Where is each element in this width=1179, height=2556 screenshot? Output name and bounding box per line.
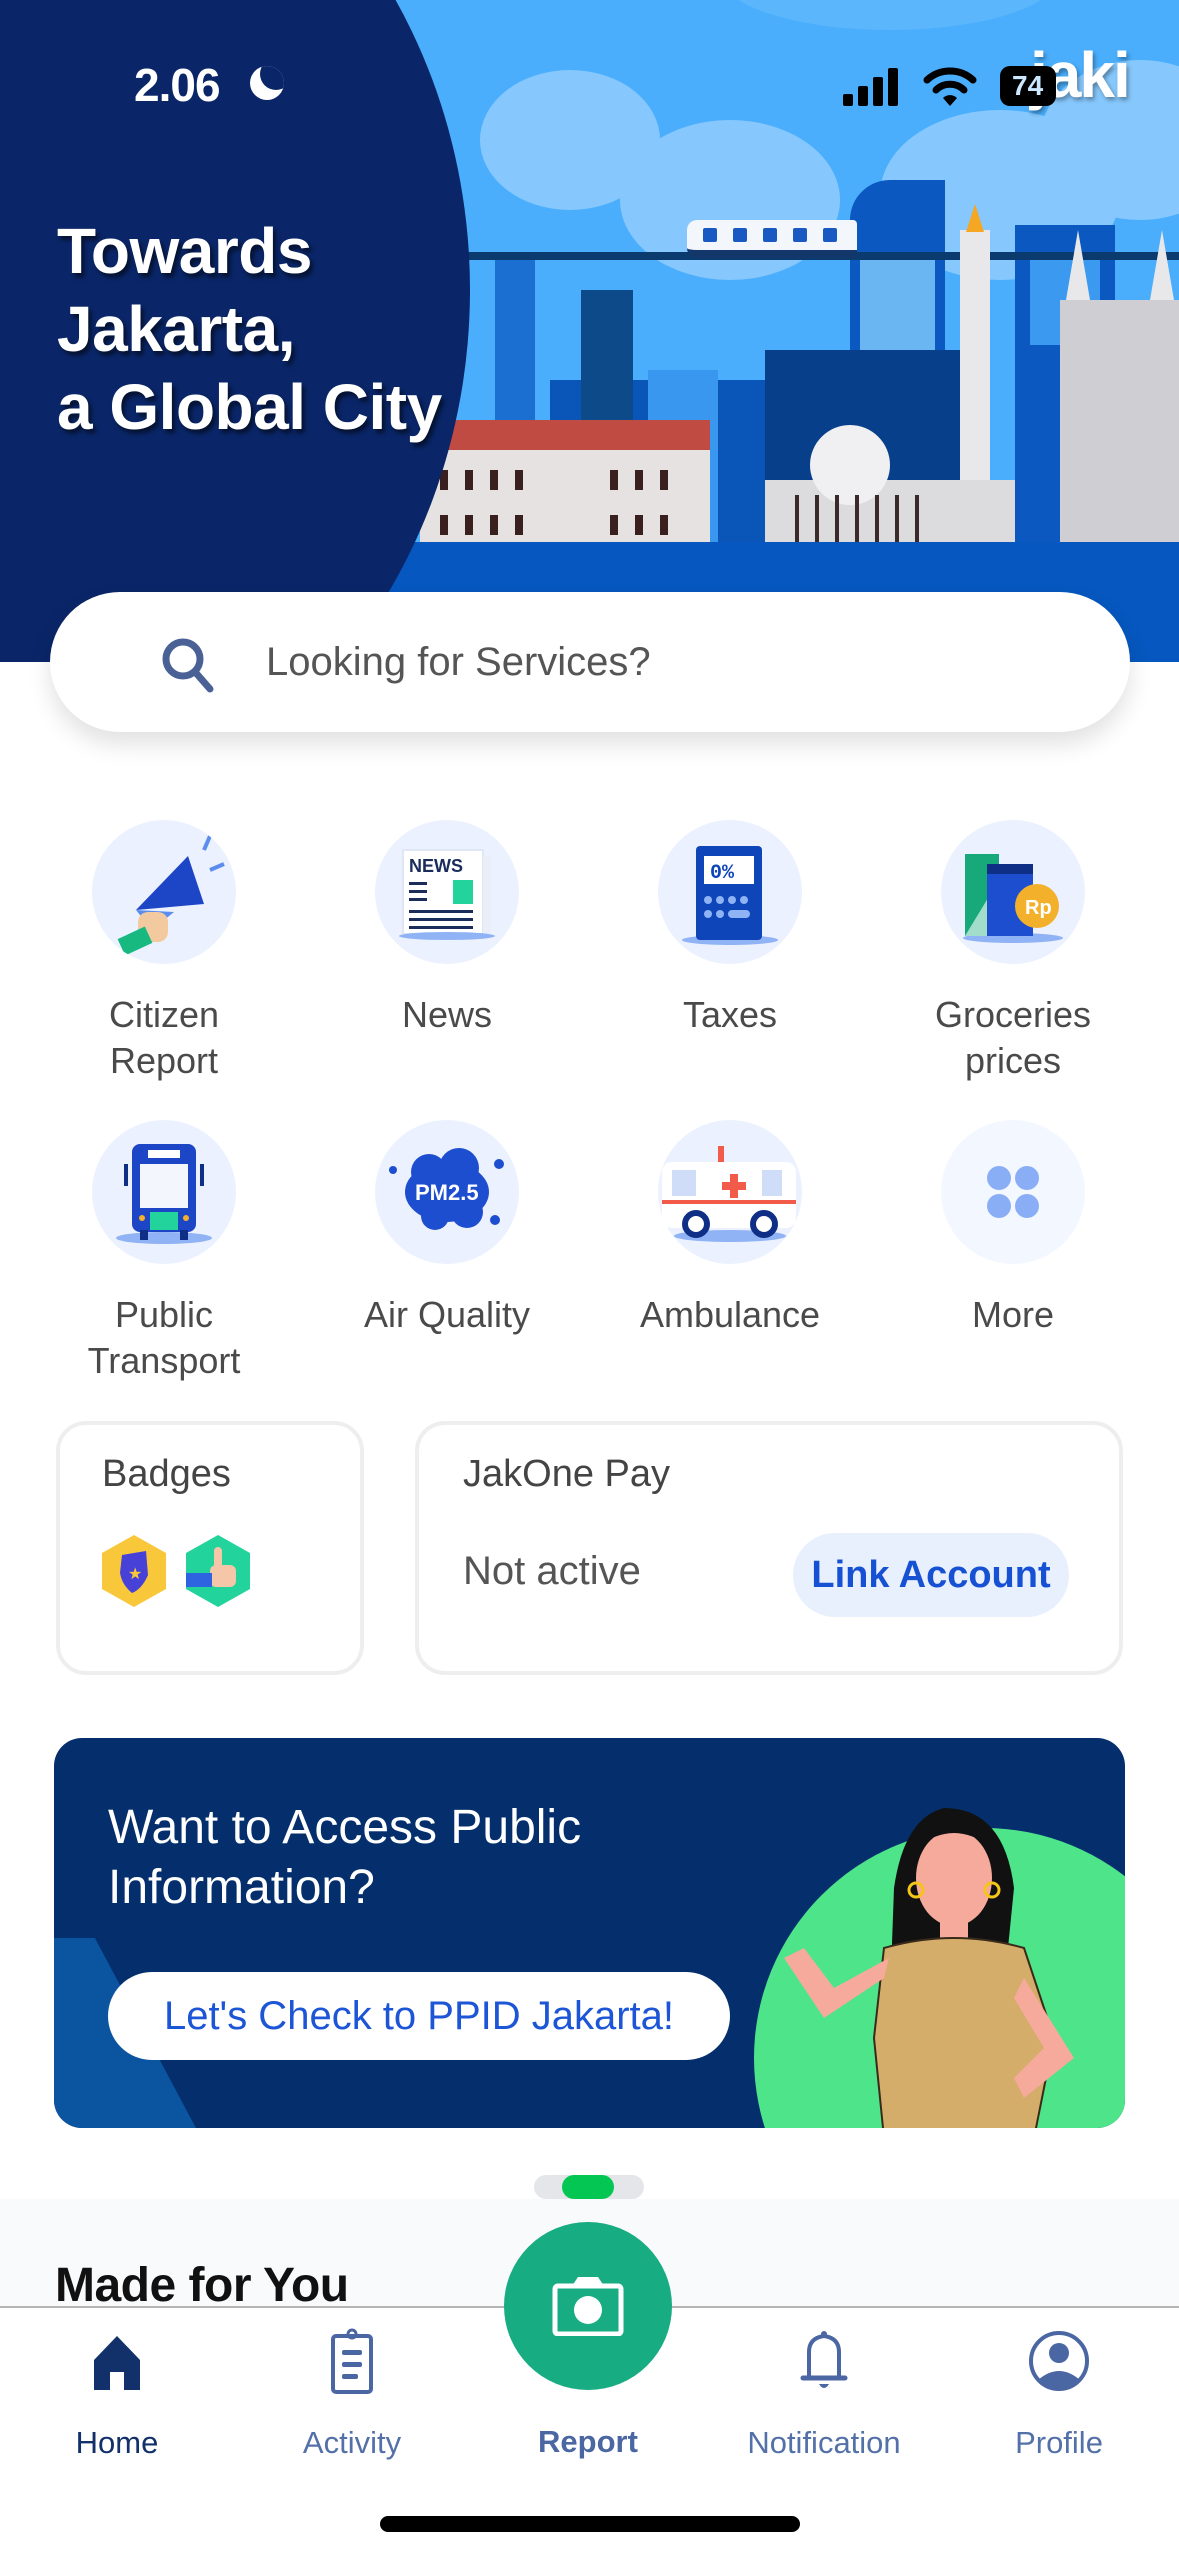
cathedral-building xyxy=(1060,230,1179,570)
jakone-pay-title: JakOne Pay xyxy=(463,1453,670,1495)
banner-title: Want to Access Public Information? xyxy=(108,1798,581,1918)
megaphone-icon xyxy=(92,820,236,964)
calculator-icon: 0% xyxy=(658,820,802,964)
search-icon xyxy=(162,638,214,693)
newspaper-icon: NEWS xyxy=(375,820,519,964)
pm25-icon-text: PM2.5 xyxy=(415,1180,479,1205)
hero-banner: Towards Jakarta, a Global City 2.06 jaki… xyxy=(0,0,1179,662)
bus-icon xyxy=(92,1120,236,1264)
nav-label: Home xyxy=(75,2425,159,2460)
hero-title: Towards Jakarta, a Global City xyxy=(57,212,442,446)
link-account-button[interactable]: Link Account xyxy=(793,1533,1069,1617)
service-air-quality[interactable]: PM2.5 Air Quality xyxy=(306,1120,588,1338)
thumbs-up-badge-icon xyxy=(186,1535,250,1607)
service-label: Citizen Report xyxy=(108,994,220,1081)
taxes-icon-text: 0% xyxy=(710,862,735,885)
woman-illustration xyxy=(784,1808,1074,2128)
news-icon-text: NEWS xyxy=(409,856,463,876)
service-public-transport[interactable]: Public Transport xyxy=(23,1120,305,1384)
ppid-banner[interactable]: Want to Access Public Information? Let's… xyxy=(54,1738,1125,2128)
service-label: Groceries prices xyxy=(934,994,1092,1081)
wifi-icon xyxy=(923,67,977,106)
home-indicator[interactable] xyxy=(380,2516,800,2532)
nav-label: Activity xyxy=(302,2425,402,2460)
service-citizen-report[interactable]: Citizen Report xyxy=(23,820,305,1084)
battery-indicator: 74 xyxy=(1000,66,1056,106)
ambulance-icon xyxy=(658,1120,802,1264)
nav-home[interactable]: Home xyxy=(17,2326,217,2461)
groceries-icon: Rp xyxy=(941,820,1085,964)
badges-card-title: Badges xyxy=(102,1453,231,1495)
moon-icon xyxy=(250,66,284,100)
service-more[interactable]: More xyxy=(872,1120,1154,1338)
service-label: News xyxy=(401,994,493,1035)
status-time: 2.06 xyxy=(134,59,221,111)
nav-profile[interactable]: Profile xyxy=(959,2326,1159,2461)
nav-label: Profile xyxy=(1015,2425,1103,2460)
jakone-pay-card: JakOne Pay Not active Link Account xyxy=(415,1421,1123,1675)
service-news[interactable]: NEWS News xyxy=(306,820,588,1038)
service-ambulance[interactable]: Ambulance xyxy=(589,1120,871,1338)
grid-dots-icon xyxy=(941,1120,1085,1264)
banner-title-line: Information? xyxy=(108,1861,375,1914)
badges-card[interactable]: Badges ★ xyxy=(56,1421,364,1675)
carousel-indicator[interactable] xyxy=(534,2175,644,2199)
report-camera-button[interactable] xyxy=(504,2222,672,2390)
clipboard-icon xyxy=(331,2328,373,2394)
nav-activity[interactable]: Activity xyxy=(252,2326,452,2461)
jakarta-skyline-illustration xyxy=(400,150,1179,590)
cloud xyxy=(720,0,1060,30)
carousel-active-dot xyxy=(562,2175,614,2199)
jakone-pay-status: Not active xyxy=(463,1549,641,1593)
service-label: More xyxy=(971,1294,1055,1335)
home-icon xyxy=(94,2336,140,2390)
search-input[interactable] xyxy=(266,622,1066,702)
hero-title-line: Jakarta, xyxy=(57,293,295,365)
service-label: Public Transport xyxy=(87,1294,241,1381)
nav-label: Notification xyxy=(747,2425,901,2460)
hero-title-line: a Global City xyxy=(57,371,442,443)
service-groceries-prices[interactable]: Rp Groceries prices xyxy=(872,820,1154,1084)
section-title-made-for-you: Made for You xyxy=(55,2259,349,2312)
service-label: Air Quality xyxy=(363,1294,531,1335)
nav-label: Report xyxy=(538,2424,638,2459)
hero-title-line: Towards xyxy=(57,215,312,287)
nav-notification[interactable]: Notification xyxy=(724,2326,924,2461)
cellular-signal-icon xyxy=(843,66,903,106)
service-label: Ambulance xyxy=(639,1294,821,1335)
pm25-cloud-icon: PM2.5 xyxy=(375,1120,519,1264)
service-label: Taxes xyxy=(682,994,778,1035)
bell-icon xyxy=(800,2331,848,2388)
svg-text:★: ★ xyxy=(128,1564,142,1583)
groceries-icon-text: Rp xyxy=(1025,897,1052,919)
nav-report[interactable]: Report xyxy=(488,2400,688,2460)
profile-icon xyxy=(1029,2331,1089,2391)
camera-icon xyxy=(552,2277,624,2336)
search-bar[interactable] xyxy=(50,592,1130,732)
banner-title-line: Want to Access Public xyxy=(108,1801,582,1854)
shield-star-badge-icon: ★ xyxy=(102,1535,166,1607)
check-ppid-button[interactable]: Let's Check to PPID Jakarta! xyxy=(108,1972,730,2060)
service-taxes[interactable]: 0% Taxes xyxy=(589,820,871,1038)
mrt-train xyxy=(687,220,857,258)
